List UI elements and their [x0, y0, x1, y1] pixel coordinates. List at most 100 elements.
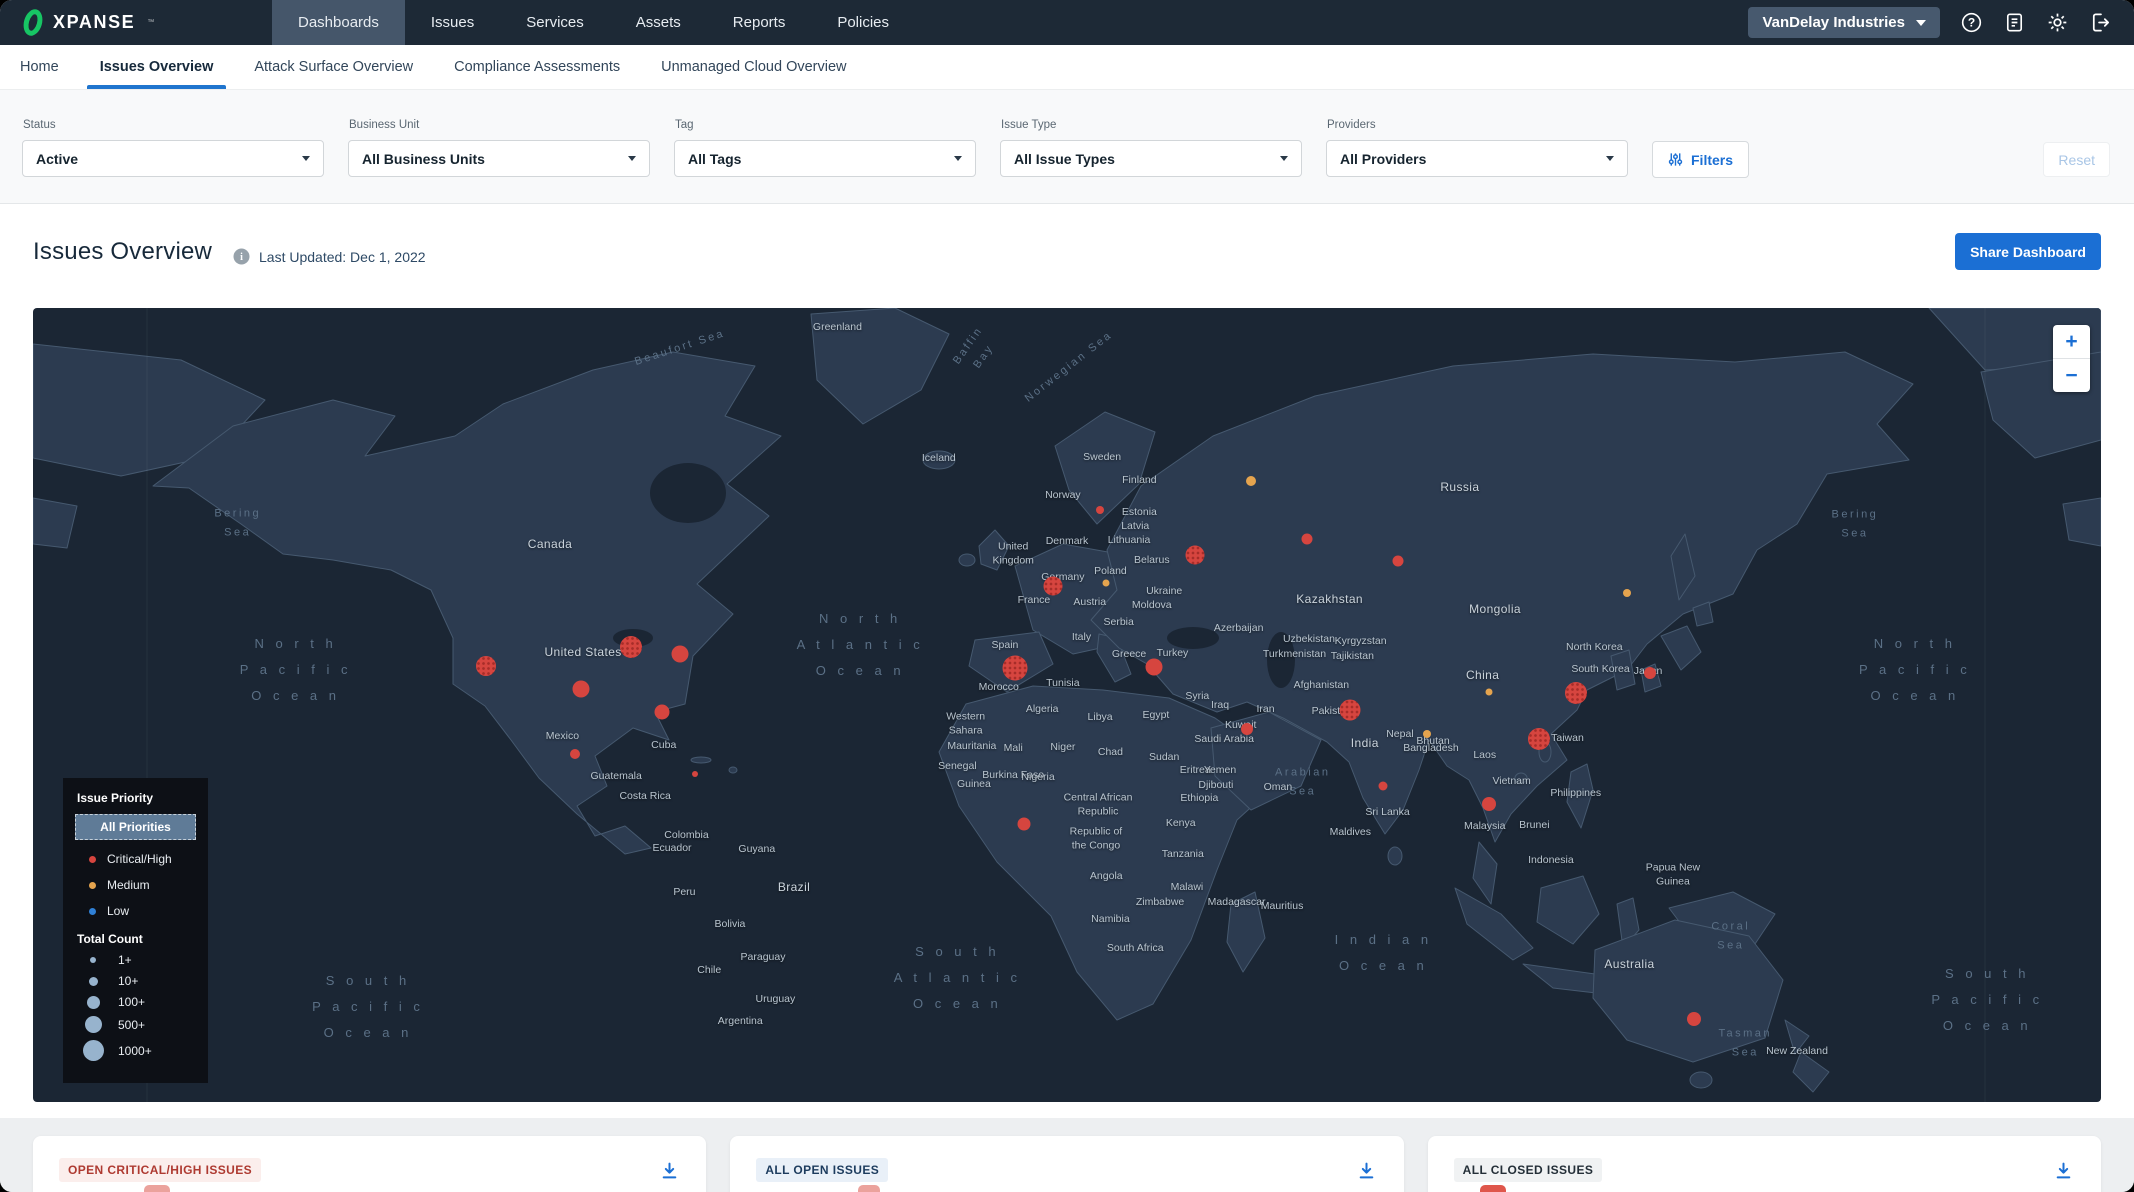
world-map[interactable]: N o r t h P a c i f i c O c e a nN o r t…	[33, 308, 2101, 1102]
legend-title: Issue Priority	[77, 791, 196, 805]
issue-cluster-marker-18[interactable]	[1565, 682, 1587, 704]
org-selector-button[interactable]: VanDelay Industries	[1748, 7, 1940, 38]
issue-cluster-marker-7[interactable]	[1096, 506, 1104, 514]
share-dashboard-label: Share Dashboard	[1970, 244, 2086, 260]
issue-cluster-marker-13[interactable]	[1145, 658, 1162, 675]
filter-label-providers: Providers	[1327, 119, 1628, 131]
filters-button-label: Filters	[1691, 152, 1733, 168]
help-icon[interactable]: ?	[1959, 11, 1983, 35]
issue-cluster-marker-20[interactable]	[1644, 667, 1656, 679]
last-updated-text: Last Updated: Dec 1, 2022	[259, 249, 426, 265]
filter-select-status[interactable]: Active	[22, 140, 324, 177]
brand[interactable]: XPANSE ™	[0, 9, 226, 36]
info-icon[interactable]: i	[233, 248, 250, 265]
zoom-out-button[interactable]: −	[2053, 359, 2090, 392]
page-header: Issues Overview i Last Updated: Dec 1, 2…	[0, 205, 2134, 308]
legend-priority-critical-high[interactable]: Critical/High	[89, 852, 196, 866]
nav-item-reports[interactable]: Reports	[707, 0, 812, 45]
nav-item-issues[interactable]: Issues	[405, 0, 500, 45]
issue-cluster-marker-21[interactable]	[1017, 818, 1030, 831]
issue-cluster-marker-1[interactable]	[620, 636, 642, 658]
svg-text:i: i	[240, 252, 243, 263]
issue-cluster-marker-4[interactable]	[654, 705, 669, 720]
bottom-section: OPEN CRITICAL/HIGH ISSUES ALL OPEN ISSUES…	[0, 1118, 2134, 1192]
issue-cluster-marker-19[interactable]	[1528, 728, 1550, 750]
zoom-in-button[interactable]: +	[2053, 325, 2090, 358]
issue-cluster-marker-26[interactable]	[1423, 730, 1431, 738]
priority-dot-icon	[89, 908, 96, 915]
filter-bar: StatusActiveBusiness UnitAll Business Un…	[0, 90, 2134, 204]
issue-cluster-marker-23[interactable]	[1246, 476, 1256, 486]
nav-item-assets[interactable]: Assets	[610, 0, 707, 45]
download-icon[interactable]	[2053, 1159, 2075, 1181]
legend-count-10: 10+	[81, 974, 196, 988]
issue-cluster-marker-8[interactable]	[1186, 545, 1205, 564]
download-icon[interactable]	[658, 1159, 680, 1181]
tab-home[interactable]: Home	[7, 45, 72, 89]
issue-cluster-marker-25[interactable]	[1485, 689, 1492, 696]
nav-item-dashboards[interactable]: Dashboards	[272, 0, 405, 45]
release-notes-icon[interactable]	[2002, 11, 2026, 35]
filter-select-issue-type[interactable]: All Issue Types	[1000, 140, 1302, 177]
filter-value-business-unit: All Business Units	[362, 151, 485, 167]
filter-group-business-unit: Business UnitAll Business Units	[348, 90, 650, 178]
nav-item-services[interactable]: Services	[500, 0, 610, 45]
sign-out-icon[interactable]	[2088, 11, 2112, 35]
reset-button[interactable]: Reset	[2043, 142, 2110, 177]
card-header: OPEN CRITICAL/HIGH ISSUES	[59, 1158, 680, 1182]
chevron-down-icon	[302, 156, 310, 161]
issue-card-all-open-issues: ALL OPEN ISSUES	[730, 1136, 1403, 1192]
issue-cluster-marker-12[interactable]	[1003, 655, 1028, 680]
count-circle-icon	[83, 1040, 104, 1061]
issue-cluster-marker-0[interactable]	[476, 656, 496, 676]
filters-button[interactable]: Filters	[1652, 141, 1749, 178]
svg-text:?: ?	[1967, 16, 1974, 30]
filter-select-business-unit[interactable]: All Business Units	[348, 140, 650, 177]
issue-cluster-marker-14[interactable]	[1241, 723, 1253, 735]
legend-all-priorities[interactable]: All Priorities	[75, 814, 196, 840]
share-dashboard-button[interactable]: Share Dashboard	[1955, 233, 2101, 270]
issue-cluster-marker-11[interactable]	[1043, 576, 1062, 595]
filter-group-issue-type: Issue TypeAll Issue Types	[1000, 90, 1302, 178]
issue-cluster-marker-22[interactable]	[1687, 1012, 1701, 1026]
legend-count-label: 500+	[118, 1018, 145, 1032]
filter-group-providers: Providers All Providers	[1326, 90, 1628, 178]
issue-cluster-marker-6[interactable]	[692, 771, 698, 777]
card-header: ALL OPEN ISSUES	[756, 1158, 1377, 1182]
chevron-down-icon	[1606, 156, 1614, 161]
issue-cluster-marker-24[interactable]	[1103, 579, 1110, 586]
issue-cluster-marker-3[interactable]	[573, 681, 590, 698]
page-title: Issues Overview	[33, 238, 212, 266]
tab-attack-surface-overview[interactable]: Attack Surface Overview	[241, 45, 426, 89]
issue-cards-row: OPEN CRITICAL/HIGH ISSUES ALL OPEN ISSUES…	[33, 1136, 2101, 1192]
issue-cluster-marker-16[interactable]	[1379, 781, 1388, 790]
legend-priority-medium[interactable]: Medium	[89, 878, 196, 892]
tab-unmanaged-cloud-overview[interactable]: Unmanaged Cloud Overview	[648, 45, 859, 89]
issue-cluster-marker-9[interactable]	[1301, 534, 1312, 545]
chevron-down-icon	[1280, 156, 1288, 161]
last-updated: i Last Updated: Dec 1, 2022	[233, 248, 426, 265]
settings-icon[interactable]	[2045, 11, 2069, 35]
nav-item-policies[interactable]: Policies	[811, 0, 915, 45]
legend-priority-low[interactable]: Low	[89, 904, 196, 918]
legend-priority-label: Low	[107, 904, 129, 918]
issue-cluster-marker-15[interactable]	[1340, 699, 1361, 720]
issue-cluster-marker-17[interactable]	[1482, 797, 1496, 811]
issue-cluster-marker-5[interactable]	[570, 749, 580, 759]
tab-issues-overview[interactable]: Issues Overview	[87, 45, 227, 89]
issue-cluster-marker-27[interactable]	[1623, 589, 1631, 597]
issue-cluster-marker-10[interactable]	[1392, 556, 1403, 567]
filter-select-providers[interactable]: All Providers	[1326, 140, 1628, 177]
filter-select-tag[interactable]: All Tags	[674, 140, 976, 177]
count-circle-icon	[87, 996, 100, 1009]
issue-cluster-marker-2[interactable]	[672, 646, 689, 663]
card-title-pill: ALL OPEN ISSUES	[756, 1158, 888, 1182]
issue-card-open-critical-high-issues: OPEN CRITICAL/HIGH ISSUES	[33, 1136, 706, 1192]
primary-nav: DashboardsIssuesServicesAssetsReportsPol…	[272, 0, 915, 45]
download-icon[interactable]	[1356, 1159, 1378, 1181]
legend-total-count-title: Total Count	[77, 932, 196, 946]
map-landmasses	[33, 308, 2101, 1102]
metric-value-clipped	[858, 1185, 880, 1192]
tab-compliance-assessments[interactable]: Compliance Assessments	[441, 45, 633, 89]
legend-count-1000: 1000+	[81, 1040, 196, 1061]
